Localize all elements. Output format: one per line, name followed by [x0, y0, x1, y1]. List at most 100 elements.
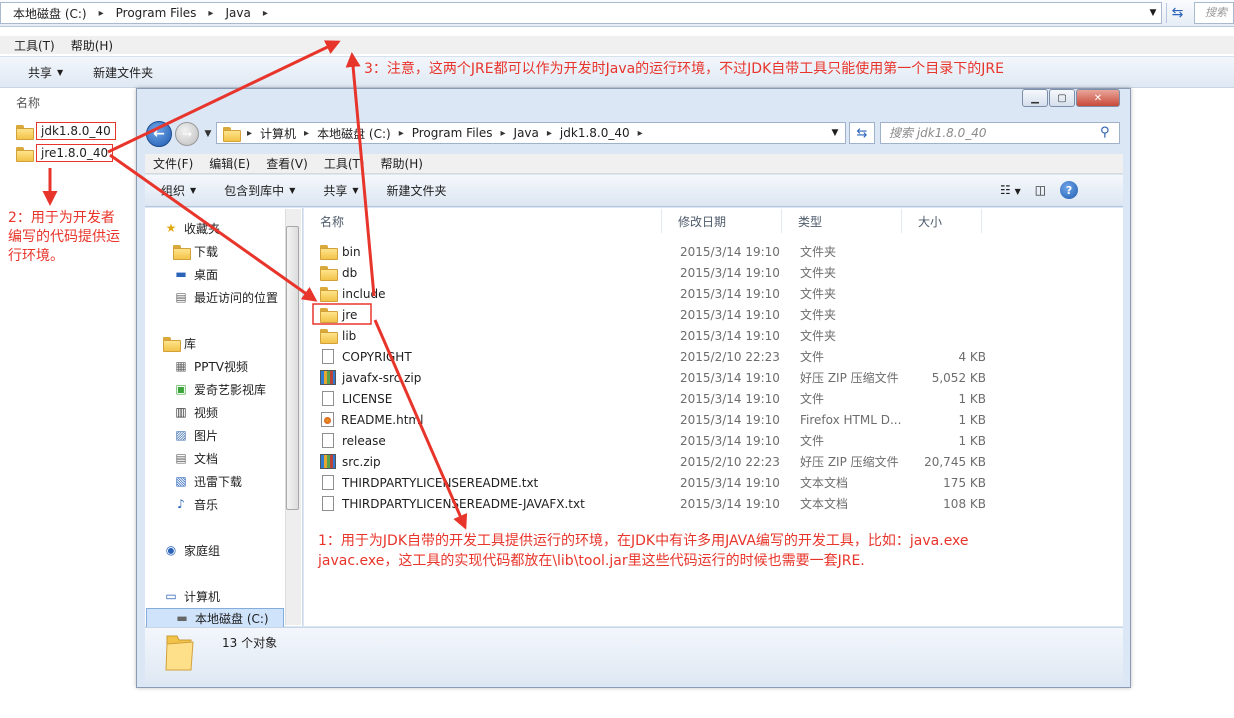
menu-view[interactable]: 查看(V) [266, 155, 308, 172]
recent-pages-icon[interactable]: ▼ [202, 128, 214, 140]
file-row[interactable]: jre 2015/3/14 19:10 文件夹 [312, 304, 1012, 325]
file-date: 2015/3/14 19:10 [680, 286, 780, 301]
breadcrumb-java[interactable]: Java [514, 126, 539, 140]
recent-places-icon: ▤ [175, 290, 187, 304]
doc-icon [322, 475, 334, 490]
file-row[interactable]: LICENSE 2015/3/14 19:10 文件 1 KB [312, 388, 1012, 409]
outer-item-jre[interactable]: jre1.8.0_40 [16, 143, 114, 163]
nav-libraries[interactable]: 库 [163, 333, 196, 353]
file-row[interactable]: db 2015/3/14 19:10 文件夹 [312, 262, 1012, 283]
file-row[interactable]: THIRDPARTYLICENSEREADME-JAVAFX.txt 2015/3… [312, 493, 1012, 514]
file-name-cell: THIRDPARTYLICENSEREADME-JAVAFX.txt [312, 496, 680, 511]
change-view-icon[interactable]: ☷ ▼ [1000, 183, 1021, 197]
nav-homegroup[interactable]: ◉ 家庭组 [163, 540, 220, 560]
nav-item-pptv[interactable]: ▦ PPTV视频 [173, 356, 248, 376]
breadcrumb-local-disk[interactable]: 本地磁盘 (C:) [13, 5, 87, 22]
column-header-size[interactable]: 大小 [902, 209, 982, 233]
nav-item-local-disk[interactable]: ▬ 本地磁盘 (C:) [174, 608, 268, 628]
close-icon[interactable]: ✕ [1076, 89, 1120, 107]
breadcrumb-computer[interactable]: 计算机 [260, 125, 296, 142]
back-button[interactable]: ← [146, 121, 172, 147]
organize-button[interactable]: 组织 ▼ [161, 182, 196, 199]
menu-file[interactable]: 文件(F) [153, 155, 193, 172]
maximize-icon[interactable]: ▢ [1049, 89, 1075, 107]
html-icon [321, 412, 334, 427]
minimize-icon[interactable]: ▁ [1022, 89, 1048, 107]
folder-icon [16, 124, 34, 140]
chevron-right-icon[interactable]: ▸ [501, 128, 506, 139]
menu-help[interactable]: 帮助(H) [71, 37, 113, 54]
menu-edit[interactable]: 编辑(E) [209, 155, 250, 172]
chevron-right-icon[interactable]: ▸ [99, 8, 104, 19]
chevron-right-icon[interactable]: ▸ [547, 128, 552, 139]
file-row[interactable]: javafx-src.zip 2015/3/14 19:10 好压 ZIP 压缩文件… [312, 367, 1012, 388]
item-label: jdk1.8.0_40 [36, 122, 116, 140]
nav-item-desktop[interactable]: ▬ 桌面 [173, 264, 218, 284]
chevron-right-icon[interactable]: ▸ [263, 8, 268, 19]
nav-item-thunder[interactable]: ▧ 迅雷下载 [173, 471, 242, 491]
window-controls: ▁ ▢ ✕ [1022, 89, 1120, 109]
include-in-library-button[interactable]: 包含到库中 ▼ [224, 182, 295, 199]
refresh-icon[interactable]: ⇆ [1166, 3, 1188, 23]
file-size: 5,052 KB [931, 370, 986, 385]
file-row[interactable]: THIRDPARTYLICENSEREADME.txt 2015/3/14 19:… [312, 472, 1012, 493]
file-row[interactable]: bin 2015/3/14 19:10 文件夹 [312, 241, 1012, 262]
file-row[interactable]: release 2015/3/14 19:10 文件 1 KB [312, 430, 1012, 451]
address-dropdown-icon[interactable]: ▼ [1146, 4, 1160, 22]
new-folder-button[interactable]: 新建文件夹 [93, 64, 153, 81]
chevron-right-icon[interactable]: ▸ [399, 128, 404, 139]
column-header-name[interactable]: 名称 [16, 94, 40, 111]
share-button[interactable]: 共享 ▼ [28, 64, 63, 81]
nav-item-music[interactable]: ♪ 音乐 [173, 494, 218, 514]
file-row[interactable]: COPYRIGHT 2015/2/10 22:23 文件 4 KB [312, 346, 1012, 367]
chevron-right-icon[interactable]: ▸ [247, 128, 252, 139]
address-dropdown-icon[interactable]: ▼ [828, 126, 842, 140]
file-name-cell: release [312, 433, 680, 448]
outer-address-bar[interactable]: 本地磁盘 (C:) ▸ Program Files ▸ Java ▸ [0, 2, 1162, 24]
annotation-2-line: 编写的代码提供运 [8, 229, 120, 245]
address-bar[interactable]: ▸ 计算机 ▸ 本地磁盘 (C:) ▸ Program Files ▸ Java ▸ j… [216, 122, 846, 144]
search-icon[interactable]: ⚲ [1100, 125, 1110, 140]
outer-search-input[interactable]: 搜索 [1194, 2, 1234, 24]
breadcrumb-program-files[interactable]: Program Files [412, 126, 493, 140]
nav-item-iqiyi[interactable]: ▣ 爱奇艺影视库 [173, 379, 266, 399]
breadcrumb-java[interactable]: Java [225, 6, 250, 20]
search-input[interactable]: 搜索 jdk1.8.0_40 [880, 122, 1120, 144]
file-type: 文本文档 [800, 497, 849, 511]
refresh-icon[interactable]: ⇆ [849, 122, 875, 144]
nav-item-pictures[interactable]: ▨ 图片 [173, 425, 218, 445]
outer-item-jdk[interactable]: jdk1.8.0_40 [16, 121, 116, 141]
chevron-right-icon[interactable]: ▸ [638, 128, 643, 139]
nav-item-documents[interactable]: ▤ 文档 [173, 448, 218, 468]
column-header-name[interactable]: 名称 [304, 209, 662, 233]
breadcrumb-local-disk[interactable]: 本地磁盘 (C:) [317, 125, 391, 142]
nav-item-videos[interactable]: ▥ 视频 [173, 402, 218, 422]
nav-item-downloads[interactable]: 下载 [173, 241, 218, 261]
new-folder-button[interactable]: 新建文件夹 [387, 182, 447, 199]
file-row[interactable]: src.zip 2015/2/10 22:23 好压 ZIP 压缩文件 20,745 … [312, 451, 1012, 472]
file-size: 1 KB [958, 433, 986, 448]
file-row[interactable]: include 2015/3/14 19:10 文件夹 [312, 283, 1012, 304]
picture-icon: ▨ [175, 428, 187, 442]
column-header-date[interactable]: 修改日期 [662, 209, 782, 233]
file-row[interactable]: README.html 2015/3/14 19:10 Firefox HTML D… [312, 409, 1012, 430]
file-row[interactable]: lib 2015/3/14 19:10 文件夹 [312, 325, 1012, 346]
forward-button[interactable]: → [175, 122, 199, 146]
preview-pane-icon[interactable]: ◫ [1035, 183, 1046, 197]
nav-scrollbar-thumb[interactable] [286, 226, 299, 510]
menu-tools[interactable]: 工具(T) [324, 155, 365, 172]
column-header-type[interactable]: 类型 [782, 209, 902, 233]
share-button[interactable]: 共享 ▼ [323, 182, 358, 199]
organize-label: 组织 [161, 184, 186, 198]
breadcrumb-program-files[interactable]: Program Files [116, 6, 197, 20]
menu-help[interactable]: 帮助(H) [381, 155, 423, 172]
file-name-cell: THIRDPARTYLICENSEREADME.txt [312, 475, 680, 490]
help-icon[interactable]: ? [1060, 181, 1079, 199]
nav-item-recent[interactable]: ▤ 最近访问的位置 [173, 287, 278, 307]
nav-computer[interactable]: ▭ 计算机 [163, 586, 220, 606]
breadcrumb-jdk[interactable]: jdk1.8.0_40 [560, 126, 630, 140]
chevron-right-icon[interactable]: ▸ [304, 128, 309, 139]
nav-favorites[interactable]: ★ 收藏夹 [163, 218, 220, 238]
chevron-right-icon[interactable]: ▸ [208, 8, 213, 19]
menu-tools[interactable]: 工具(T) [14, 37, 55, 54]
